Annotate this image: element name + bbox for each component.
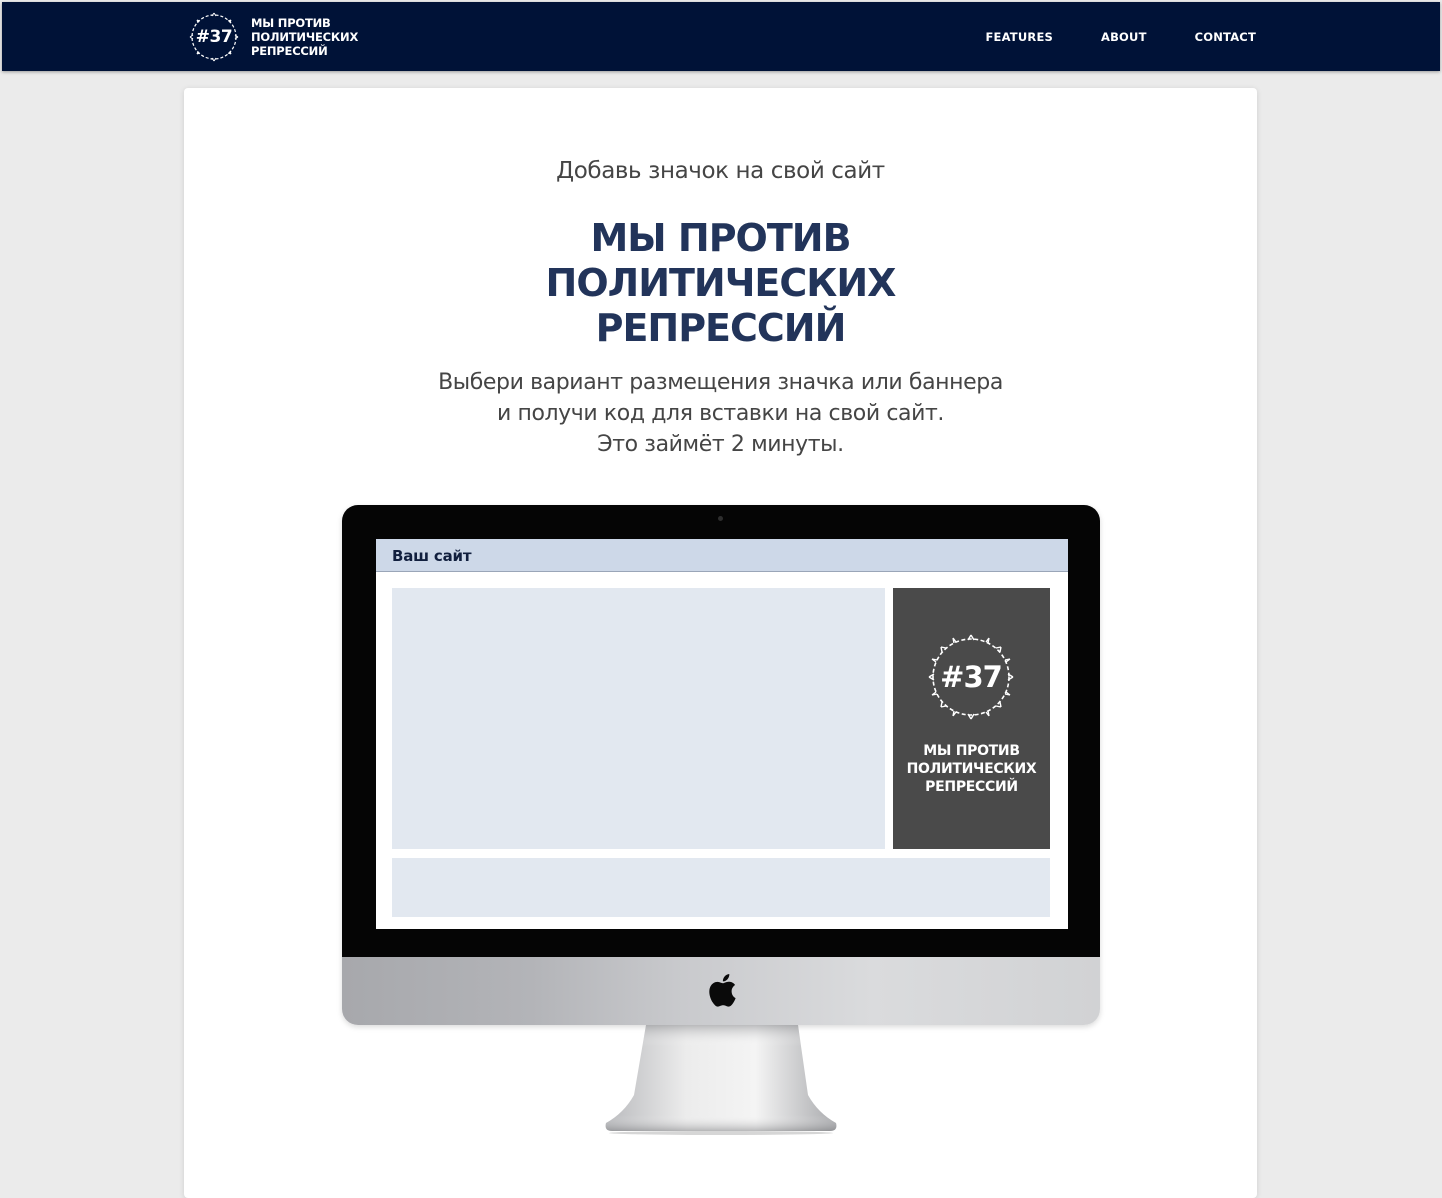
- banner-badge-text: #37: [940, 660, 1003, 694]
- brand-name-line: ПОЛИТИЧЕСКИХ: [251, 30, 359, 44]
- banner-text: МЫ ПРОТИВ ПОЛИТИЧЕСКИХ РЕПРЕССИЙ: [893, 742, 1050, 796]
- banner-text-line: ПОЛИТИЧЕСКИХ: [906, 761, 1037, 777]
- brand-logo[interactable]: #37 МЫ ПРОТИВ ПОЛИТИЧЕСКИХ РЕПРЕССИЙ: [188, 10, 358, 64]
- description-line: Это займёт 2 минуты.: [597, 432, 844, 457]
- brand-badge-text: #37: [195, 27, 233, 47]
- preview-content-block: [392, 588, 885, 849]
- description-line: и получи код для вставки на свой сайт.: [496, 401, 944, 426]
- brand-name-line: РЕПРЕССИЙ: [251, 44, 328, 58]
- banner-text-line: МЫ ПРОТИВ: [923, 743, 1020, 759]
- preview-footer-block: [392, 858, 1050, 917]
- nav-link-contact[interactable]: CONTACT: [1195, 30, 1256, 44]
- headline-line: ПОЛИТИЧЕСКИХ: [545, 261, 897, 305]
- brand-name-line: МЫ ПРОТИВ: [251, 16, 331, 30]
- camera-icon: [718, 516, 723, 521]
- brand-name: МЫ ПРОТИВ ПОЛИТИЧЕСКИХ РЕПРЕССИЙ: [251, 16, 358, 58]
- nav-link-features[interactable]: FEATURES: [985, 30, 1053, 44]
- hero-headline: МЫ ПРОТИВ ПОЛИТИЧЕСКИХ РЕПРЕССИЙ: [184, 216, 1257, 351]
- headline-line: РЕПРЕССИЙ: [595, 306, 847, 350]
- preview-site-title: Ваш сайт: [392, 547, 472, 565]
- hero-subtitle: Добавь значок на свой сайт: [556, 158, 885, 184]
- headline-line: МЫ ПРОТИВ: [590, 216, 851, 260]
- barbed-wire-wreath-icon: #37: [188, 11, 240, 63]
- monitor-stand: [605, 1025, 837, 1135]
- hero-description: Выбери вариант размещения значка или бан…: [184, 367, 1257, 460]
- apple-logo-icon: [709, 974, 736, 1007]
- website-preview: Ваш сайт #37 МЫ ПРОТИВ ПОЛИТИЧЕСКИХ РЕПР…: [376, 539, 1068, 929]
- barbed-wire-wreath-icon: #37: [925, 631, 1017, 723]
- top-navbar: #37 МЫ ПРОТИВ ПОЛИТИЧЕСКИХ РЕПРЕССИЙ FEA…: [2, 2, 1440, 71]
- monitor-mockup: Ваш сайт #37 МЫ ПРОТИВ ПОЛИТИЧЕСКИХ РЕПР…: [342, 505, 1100, 1025]
- banner-text-line: РЕПРЕССИЙ: [925, 779, 1018, 795]
- preview-banner[interactable]: #37 МЫ ПРОТИВ ПОЛИТИЧЕСКИХ РЕПРЕССИЙ: [893, 588, 1050, 849]
- monitor-chin: [342, 957, 1100, 1025]
- description-line: Выбери вариант размещения значка или бан…: [438, 370, 1003, 395]
- nav-links: FEATURES ABOUT CONTACT: [985, 2, 1256, 71]
- preview-site-header: Ваш сайт: [376, 539, 1068, 572]
- nav-link-about[interactable]: ABOUT: [1101, 30, 1147, 44]
- monitor-bezel: Ваш сайт #37 МЫ ПРОТИВ ПОЛИТИЧЕСКИХ РЕПР…: [342, 505, 1100, 957]
- main-card: Добавь значок на свой сайт МЫ ПРОТИВ ПОЛ…: [184, 88, 1257, 1198]
